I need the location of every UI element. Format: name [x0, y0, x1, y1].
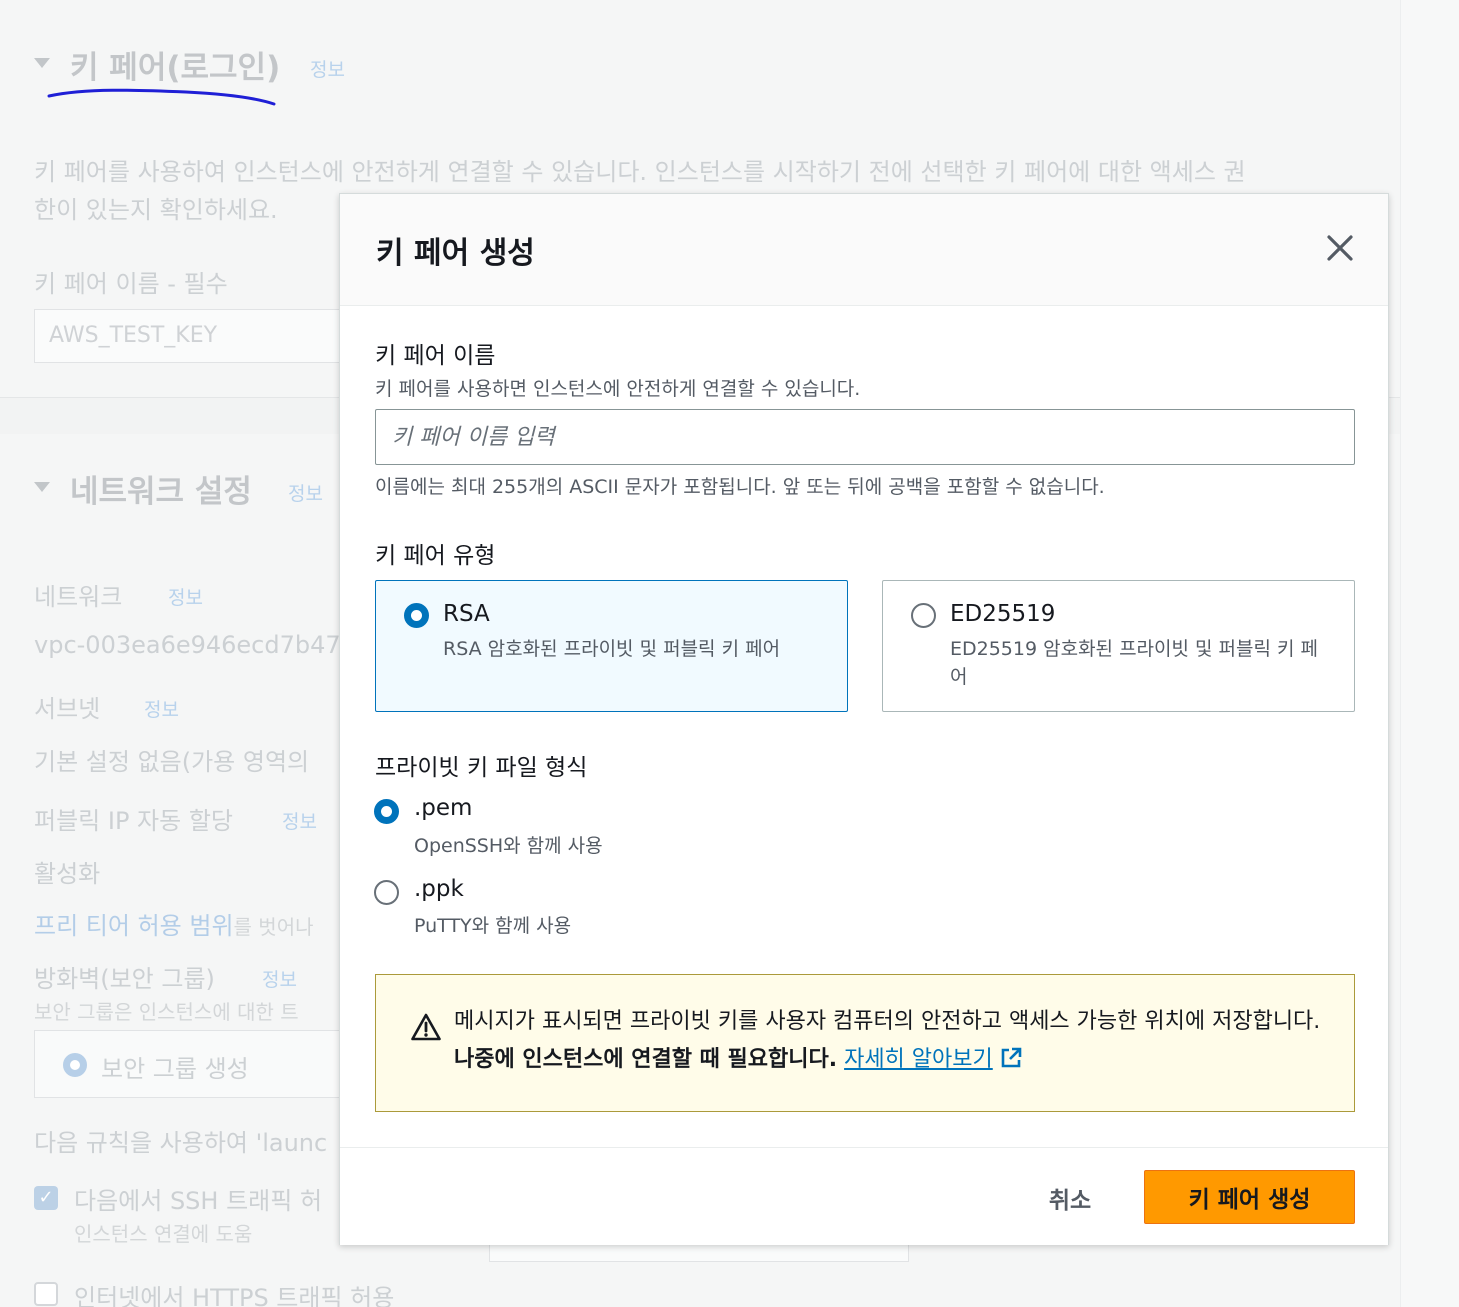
keypair-name-input[interactable] [375, 409, 1355, 465]
create-sg-label: 보안 그룹 생성 [101, 1055, 249, 1083]
alert-message: 메시지가 표시되면 프라이빗 키를 사용자 컴퓨터의 안전하고 액세스 가능한 … [454, 1003, 1324, 1079]
learn-more-text: 자세히 알아보기 [844, 1047, 993, 1072]
ssh-checkbox[interactable]: ✓ [34, 1186, 58, 1210]
keypair-description-line2: 한이 있는지 확인하세요. [34, 196, 278, 224]
keypair-name-description: 키 페어를 사용하면 인스턴스에 안전하게 연결할 수 있습니다. [375, 378, 861, 400]
keypair-name-select[interactable]: AWS_TEST_KEY [34, 309, 354, 363]
https-label: 인터넷에서 HTTPS 트래픽 허용 [74, 1284, 395, 1307]
learn-more-link[interactable]: 자세히 알아보기 [844, 1047, 1023, 1072]
https-checkbox[interactable] [34, 1282, 58, 1306]
alert-bold-text: 나중에 인스턴스에 연결할 때 필요합니다. [454, 1047, 838, 1072]
ssh-label: 다음에서 SSH 트래픽 허 [74, 1187, 323, 1215]
subnet-label: 서브넷 [34, 695, 101, 723]
public-ip-value: 활성화 [34, 860, 101, 888]
keypair-type-rsa-tile[interactable]: RSA RSA 암호화된 프라이빗 및 퍼블릭 키 페어 [375, 580, 848, 712]
public-ip-info-link[interactable]: 정보 [282, 807, 317, 834]
cancel-button[interactable]: 취소 [1030, 1172, 1110, 1224]
ppk-description: PuTTY와 함께 사용 [414, 915, 572, 937]
external-link-icon [1001, 1047, 1022, 1068]
rsa-radio[interactable] [404, 603, 429, 628]
create-key-pair-button[interactable]: 키 페어 생성 [1144, 1170, 1355, 1224]
subnet-value: 기본 설정 없음(가용 영역의 [34, 748, 310, 776]
collapse-caret-icon[interactable] [34, 58, 50, 68]
create-sg-radio[interactable] [63, 1053, 87, 1077]
private-key-format-label: 프라이빗 키 파일 형식 [375, 755, 588, 781]
network-value: vpc-003ea6e946ecd7b47 [34, 631, 341, 659]
modal-header: 키 페어 생성 [340, 194, 1388, 306]
rsa-description: RSA 암호화된 프라이빗 및 퍼블릭 키 페어 [443, 638, 781, 660]
ppk-title[interactable]: .ppk [414, 876, 464, 902]
network-label: 네트워크 [34, 583, 123, 611]
rsa-title: RSA [443, 601, 490, 627]
network-info-link[interactable]: 정보 [168, 583, 203, 610]
collapse-caret-icon[interactable] [34, 482, 50, 492]
close-button[interactable] [1324, 232, 1356, 264]
public-ip-label: 퍼블릭 IP 자동 할당 [34, 807, 233, 835]
ppk-radio[interactable] [374, 880, 399, 905]
keypair-name-constraint: 이름에는 최대 255개의 ASCII 문자가 포함됩니다. 앞 또는 뒤에 공… [375, 476, 1105, 498]
create-key-pair-modal: 키 페어 생성 키 페어 이름 키 페어를 사용하면 인스턴스에 안전하게 연결… [339, 193, 1389, 1245]
keypair-section-title: 키 페어(로그인) [70, 50, 281, 86]
keypair-info-link[interactable]: 정보 [310, 55, 345, 82]
hand-drawn-underline [47, 88, 276, 106]
ssh-description: 인스턴스 연결에 도움 [74, 1222, 253, 1246]
alert-text: 메시지가 표시되면 프라이빗 키를 사용자 컴퓨터의 안전하고 액세스 가능한 … [454, 1009, 1321, 1034]
firewall-label: 방화벽(보안 그룹) [34, 965, 215, 993]
free-tier-suffix: 를 벗어나 [233, 915, 314, 939]
ed25519-title: ED25519 [950, 601, 1056, 627]
keypair-name-label: 키 페어 이름 - 필수 [34, 270, 228, 298]
firewall-info-link[interactable]: 정보 [262, 965, 297, 992]
modal-footer: 취소 키 페어 생성 [340, 1147, 1388, 1245]
right-scroll-area [1400, 0, 1459, 1307]
free-tier-link[interactable]: 프리 티어 허용 범위 [34, 912, 234, 940]
pem-title[interactable]: .pem [414, 795, 472, 821]
keypair-name-label: 키 페어 이름 [375, 343, 496, 369]
pem-description: OpenSSH와 함께 사용 [414, 835, 603, 857]
keypair-type-ed25519-tile[interactable]: ED25519 ED25519 암호화된 프라이빗 및 퍼블릭 키 페어 [882, 580, 1355, 712]
network-section-title: 네트워크 설정 [70, 474, 252, 510]
keypair-type-label: 키 페어 유형 [375, 543, 496, 569]
warning-alert: 메시지가 표시되면 프라이빗 키를 사용자 컴퓨터의 안전하고 액세스 가능한 … [375, 974, 1355, 1112]
warning-icon [411, 1013, 441, 1041]
network-section-info-link[interactable]: 정보 [288, 479, 323, 506]
modal-title: 키 페어 생성 [376, 236, 535, 271]
rules-text: 다음 규칙을 사용하여 'launc [34, 1129, 328, 1157]
close-icon[interactable] [1324, 232, 1356, 264]
firewall-description: 보안 그룹은 인스턴스에 대한 트 [34, 1000, 299, 1024]
keypair-description-line1: 키 페어를 사용하여 인스턴스에 안전하게 연결할 수 있습니다. 인스턴스를 … [34, 158, 1246, 186]
ed25519-radio[interactable] [911, 603, 936, 628]
create-security-group-option[interactable]: 보안 그룹 생성 [34, 1030, 354, 1098]
free-tier-line: 프리 티어 허용 범위를 벗어나 [34, 906, 314, 941]
pem-radio[interactable] [374, 799, 399, 824]
subnet-info-link[interactable]: 정보 [144, 695, 179, 722]
ed25519-description: ED25519 암호화된 프라이빗 및 퍼블릭 키 페어 [950, 638, 1319, 688]
